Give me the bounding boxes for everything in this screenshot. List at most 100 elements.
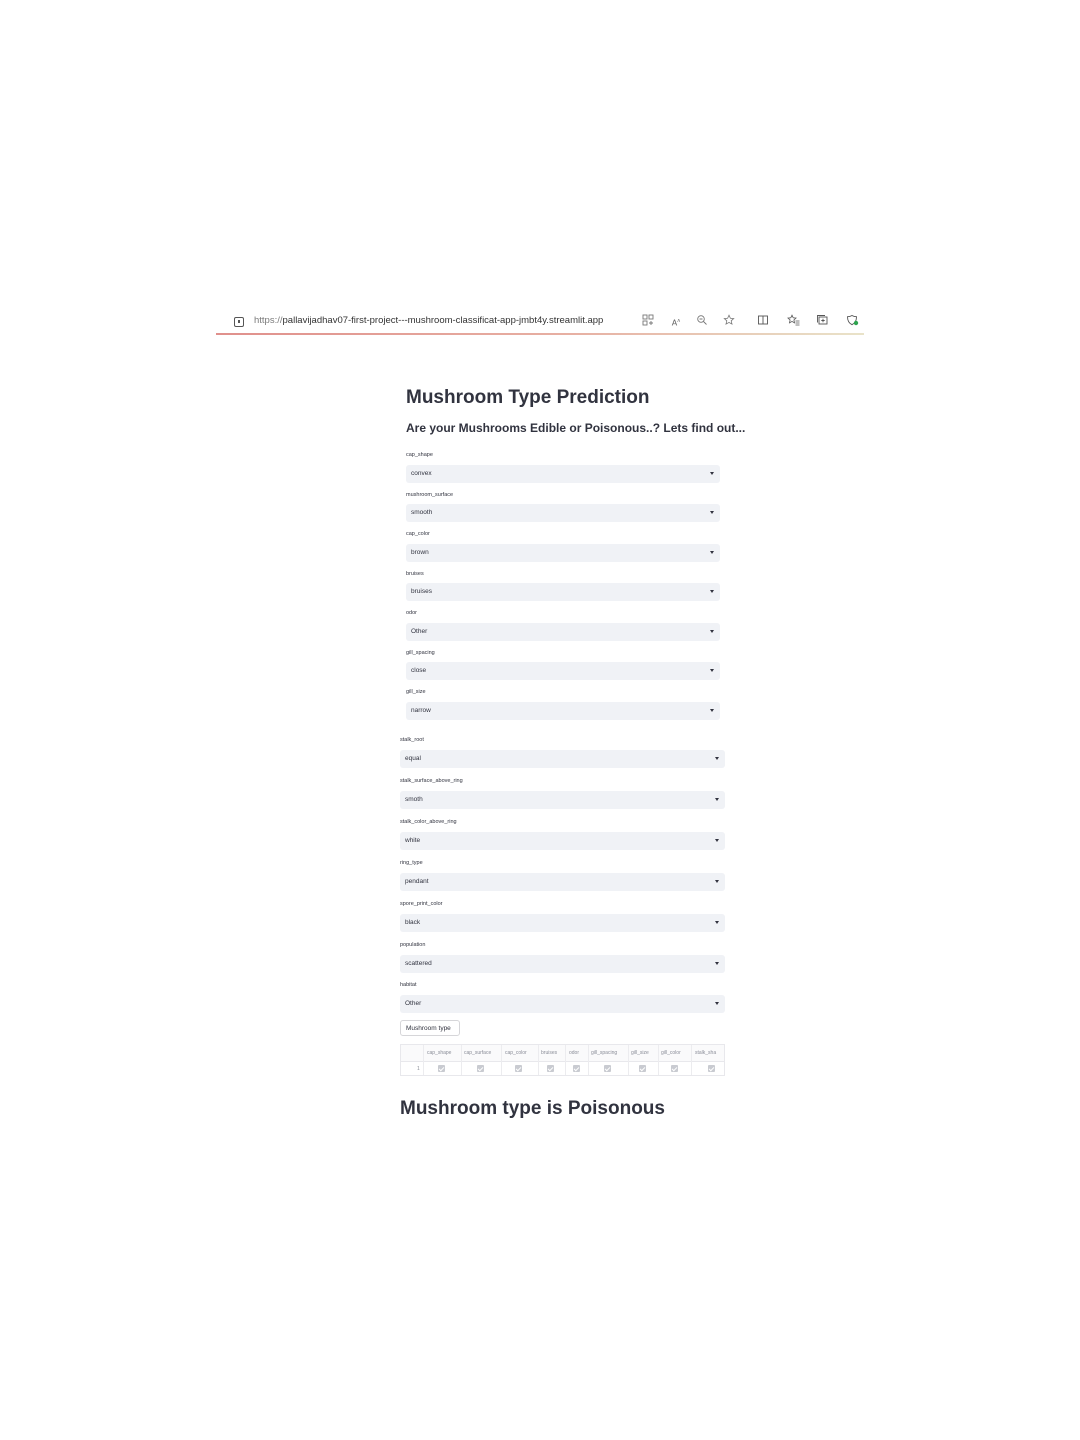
ring-type-select[interactable]: pendant bbox=[400, 873, 725, 891]
select-value: pendant bbox=[405, 878, 429, 885]
select-value: close bbox=[411, 667, 427, 674]
chevron-down-icon bbox=[710, 590, 714, 593]
row-index: 1 bbox=[417, 1066, 420, 1072]
population-label: population bbox=[400, 942, 426, 948]
chevron-down-icon bbox=[710, 709, 714, 712]
column-divider bbox=[423, 1045, 424, 1075]
page-subtitle: Are your Mushrooms Edible or Poisonous..… bbox=[406, 421, 746, 435]
checkbox-cell[interactable] bbox=[639, 1065, 646, 1072]
address-field[interactable]: https://pallavijadhav07-first-project---… bbox=[254, 315, 603, 326]
stalk-surface-above-ring-select[interactable]: smoth bbox=[400, 791, 725, 809]
column-header-gill-size[interactable]: gill_size bbox=[631, 1050, 649, 1056]
chevron-down-icon bbox=[715, 962, 719, 965]
checkbox-cell[interactable] bbox=[515, 1065, 522, 1072]
checkbox-cell[interactable] bbox=[438, 1065, 445, 1072]
column-header-gill-color[interactable]: gill_color bbox=[661, 1050, 681, 1056]
stalk-color-above-ring-select[interactable]: white bbox=[400, 832, 725, 850]
column-header-gill-spacing[interactable]: gill_spacing bbox=[591, 1050, 617, 1056]
select-value: Other bbox=[405, 1000, 422, 1007]
column-divider bbox=[461, 1045, 462, 1075]
select-value: equal bbox=[405, 755, 421, 762]
column-divider bbox=[628, 1045, 629, 1075]
column-divider bbox=[501, 1045, 502, 1075]
checkbox-cell[interactable] bbox=[477, 1065, 484, 1072]
stalk-root-select[interactable]: equal bbox=[400, 750, 725, 768]
stalk-surface-above-ring-label: stalk_surface_above_ring bbox=[400, 778, 463, 784]
prediction-result: Mushroom type is Poisonous bbox=[400, 1098, 665, 1119]
chevron-down-icon bbox=[715, 880, 719, 883]
checkbox-cell[interactable] bbox=[547, 1065, 554, 1072]
mushroom-surface-label: mushroom_surface bbox=[406, 492, 454, 498]
checkbox-cell[interactable] bbox=[671, 1065, 678, 1072]
odor-select[interactable]: Other bbox=[406, 623, 720, 641]
chevron-down-icon bbox=[715, 757, 719, 760]
spore-print-color-label: spore_print_color bbox=[400, 901, 443, 907]
select-value: black bbox=[405, 919, 421, 926]
select-value: Other bbox=[411, 628, 428, 635]
odor-label: odor bbox=[406, 610, 418, 616]
mushroom-surface-select[interactable]: smooth bbox=[406, 504, 720, 522]
favorites-icon[interactable] bbox=[787, 314, 801, 328]
chevron-down-icon bbox=[710, 669, 714, 672]
select-value: narrow bbox=[411, 707, 431, 714]
chevron-down-icon bbox=[715, 839, 719, 842]
input-dataframe[interactable]: cap_shape cap_surface cap_color bruises … bbox=[400, 1044, 725, 1076]
stalk-color-above-ring-label: stalk_color_above_ring bbox=[400, 819, 457, 825]
column-divider bbox=[658, 1045, 659, 1075]
url-host: pallavijadhav07-first-project---mushroom… bbox=[282, 315, 604, 326]
column-divider bbox=[565, 1045, 566, 1075]
read-aloud-icon[interactable]: Aʌ bbox=[669, 314, 683, 328]
cap-color-label: cap_color bbox=[406, 531, 430, 537]
ring-type-label: ring_type bbox=[400, 860, 423, 866]
chevron-down-icon bbox=[710, 630, 714, 633]
column-divider bbox=[538, 1045, 539, 1075]
page-title: Mushroom Type Prediction bbox=[406, 387, 650, 408]
column-header-stalk-shape[interactable]: stalk_sha bbox=[695, 1050, 716, 1056]
app-grid-icon[interactable] bbox=[642, 314, 656, 328]
zoom-icon[interactable] bbox=[696, 314, 710, 328]
split-screen-icon[interactable] bbox=[757, 314, 771, 328]
site-info-icon[interactable] bbox=[234, 317, 244, 327]
cap-shape-label: cap_shape bbox=[406, 452, 433, 458]
habitat-select[interactable]: Other bbox=[400, 995, 725, 1013]
select-value: white bbox=[405, 837, 421, 844]
mushroom-type-button[interactable]: Mushroom type bbox=[400, 1020, 460, 1036]
bruises-select[interactable]: bruises bbox=[406, 583, 720, 601]
gill-size-select[interactable]: narrow bbox=[406, 702, 720, 720]
column-header-bruises[interactable]: bruises bbox=[541, 1050, 557, 1056]
url-protocol: https:// bbox=[254, 315, 283, 326]
select-value: brown bbox=[411, 549, 429, 556]
gill-spacing-label: gill_spacing bbox=[406, 650, 435, 656]
favorite-star-icon[interactable] bbox=[723, 314, 737, 328]
checkbox-cell[interactable] bbox=[573, 1065, 580, 1072]
select-value: smoth bbox=[405, 796, 423, 803]
select-value: bruises bbox=[411, 588, 432, 595]
cap-shape-select[interactable]: convex bbox=[406, 465, 720, 483]
spore-print-color-select[interactable]: black bbox=[400, 914, 725, 932]
column-divider bbox=[691, 1045, 692, 1075]
population-select[interactable]: scattered bbox=[400, 955, 725, 973]
column-divider bbox=[588, 1045, 589, 1075]
cap-color-select[interactable]: brown bbox=[406, 544, 720, 562]
gill-spacing-select[interactable]: close bbox=[406, 662, 720, 680]
button-label: Mushroom type bbox=[406, 1024, 451, 1032]
chevron-down-icon bbox=[715, 798, 719, 801]
stalk-root-label: stalk_root bbox=[400, 737, 424, 743]
screenshot-canvas: https://pallavijadhav07-first-project---… bbox=[0, 0, 1080, 1440]
column-header-cap-shape[interactable]: cap_shape bbox=[427, 1050, 451, 1056]
browser-address-bar: https://pallavijadhav07-first-project---… bbox=[216, 311, 864, 335]
chevron-down-icon bbox=[710, 551, 714, 554]
chevron-down-icon bbox=[710, 511, 714, 514]
checkbox-cell[interactable] bbox=[604, 1065, 611, 1072]
column-header-cap-surface[interactable]: cap_surface bbox=[464, 1050, 491, 1056]
chevron-down-icon bbox=[710, 472, 714, 475]
bruises-label: bruises bbox=[406, 571, 424, 577]
column-header-odor[interactable]: odor bbox=[569, 1050, 579, 1056]
collections-icon[interactable] bbox=[816, 314, 830, 328]
browser-essentials-icon[interactable] bbox=[846, 314, 860, 328]
habitat-label: habitat bbox=[400, 982, 417, 988]
column-header-cap-color[interactable]: cap_color bbox=[505, 1050, 527, 1056]
gill-size-label: gill_size bbox=[406, 689, 426, 695]
chevron-down-icon bbox=[715, 921, 719, 924]
checkbox-cell[interactable] bbox=[708, 1065, 715, 1072]
